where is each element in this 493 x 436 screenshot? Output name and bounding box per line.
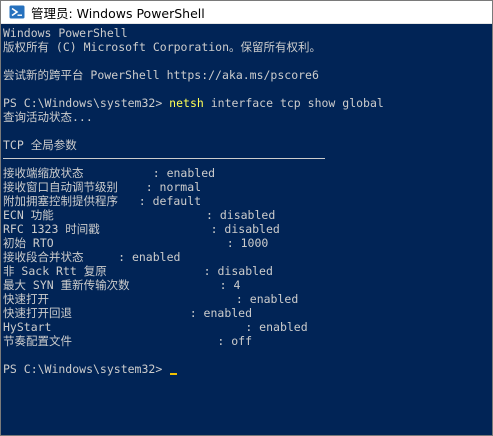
console-output[interactable]: Windows PowerShell 版权所有 (C) Microsoft Co…: [1, 24, 492, 435]
param-line: 接收段合并状态 : enabled: [3, 250, 181, 264]
prompt: PS C:\Windows\system32>: [3, 362, 170, 376]
powershell-window: 管理员: Windows PowerShell Windows PowerShe…: [0, 0, 493, 436]
param-line: ECN 功能 : disabled: [3, 208, 276, 222]
param-line: 附加拥塞控制提供程序 : default: [3, 194, 202, 208]
param-line: 最大 SYN 重新传输次数 : 4: [3, 278, 241, 292]
command-verb: netsh: [169, 96, 204, 110]
banner-line: [3, 82, 492, 96]
powershell-icon: [9, 4, 25, 20]
param-line: 初始 RTO : 1000: [3, 236, 269, 250]
param-line: 快速打开回退 : enabled: [3, 306, 253, 320]
param-line: HyStart : enabled: [3, 320, 308, 334]
command-line: PS C:\Windows\system32> netsh interface …: [3, 96, 492, 110]
banner-line: Windows PowerShell: [3, 26, 128, 40]
command-args: interface tcp show global: [203, 96, 384, 110]
title-bar[interactable]: 管理员: Windows PowerShell: [1, 1, 492, 24]
param-line: 接收端缩放状态 : enabled: [3, 166, 216, 180]
param-line: 快速打开 : enabled: [3, 292, 299, 306]
banner-line: 尝试新的跨平台 PowerShell https://aka.ms/pscore…: [3, 68, 319, 82]
query-status: 查询活动状态...: [3, 110, 93, 124]
section-separator: [3, 152, 492, 166]
param-line: 非 Sack Rtt 复原 : disabled: [3, 264, 273, 278]
banner-line: 版权所有 (C) Microsoft Corporation。保留所有权利。: [3, 40, 322, 54]
section-title: TCP 全局参数: [3, 138, 77, 152]
param-line: 接收窗口自动调节级别 : normal: [3, 180, 202, 194]
param-line: 节奏配置文件 : off: [3, 334, 253, 348]
window-title: 管理员: Windows PowerShell: [31, 5, 205, 21]
banner-line: [3, 54, 492, 68]
final-prompt-line[interactable]: PS C:\Windows\system32>: [3, 362, 492, 376]
text-cursor: [170, 373, 178, 375]
param-line: RFC 1323 时间戳 : disabled: [3, 222, 280, 236]
prompt: PS C:\Windows\system32>: [3, 96, 170, 110]
